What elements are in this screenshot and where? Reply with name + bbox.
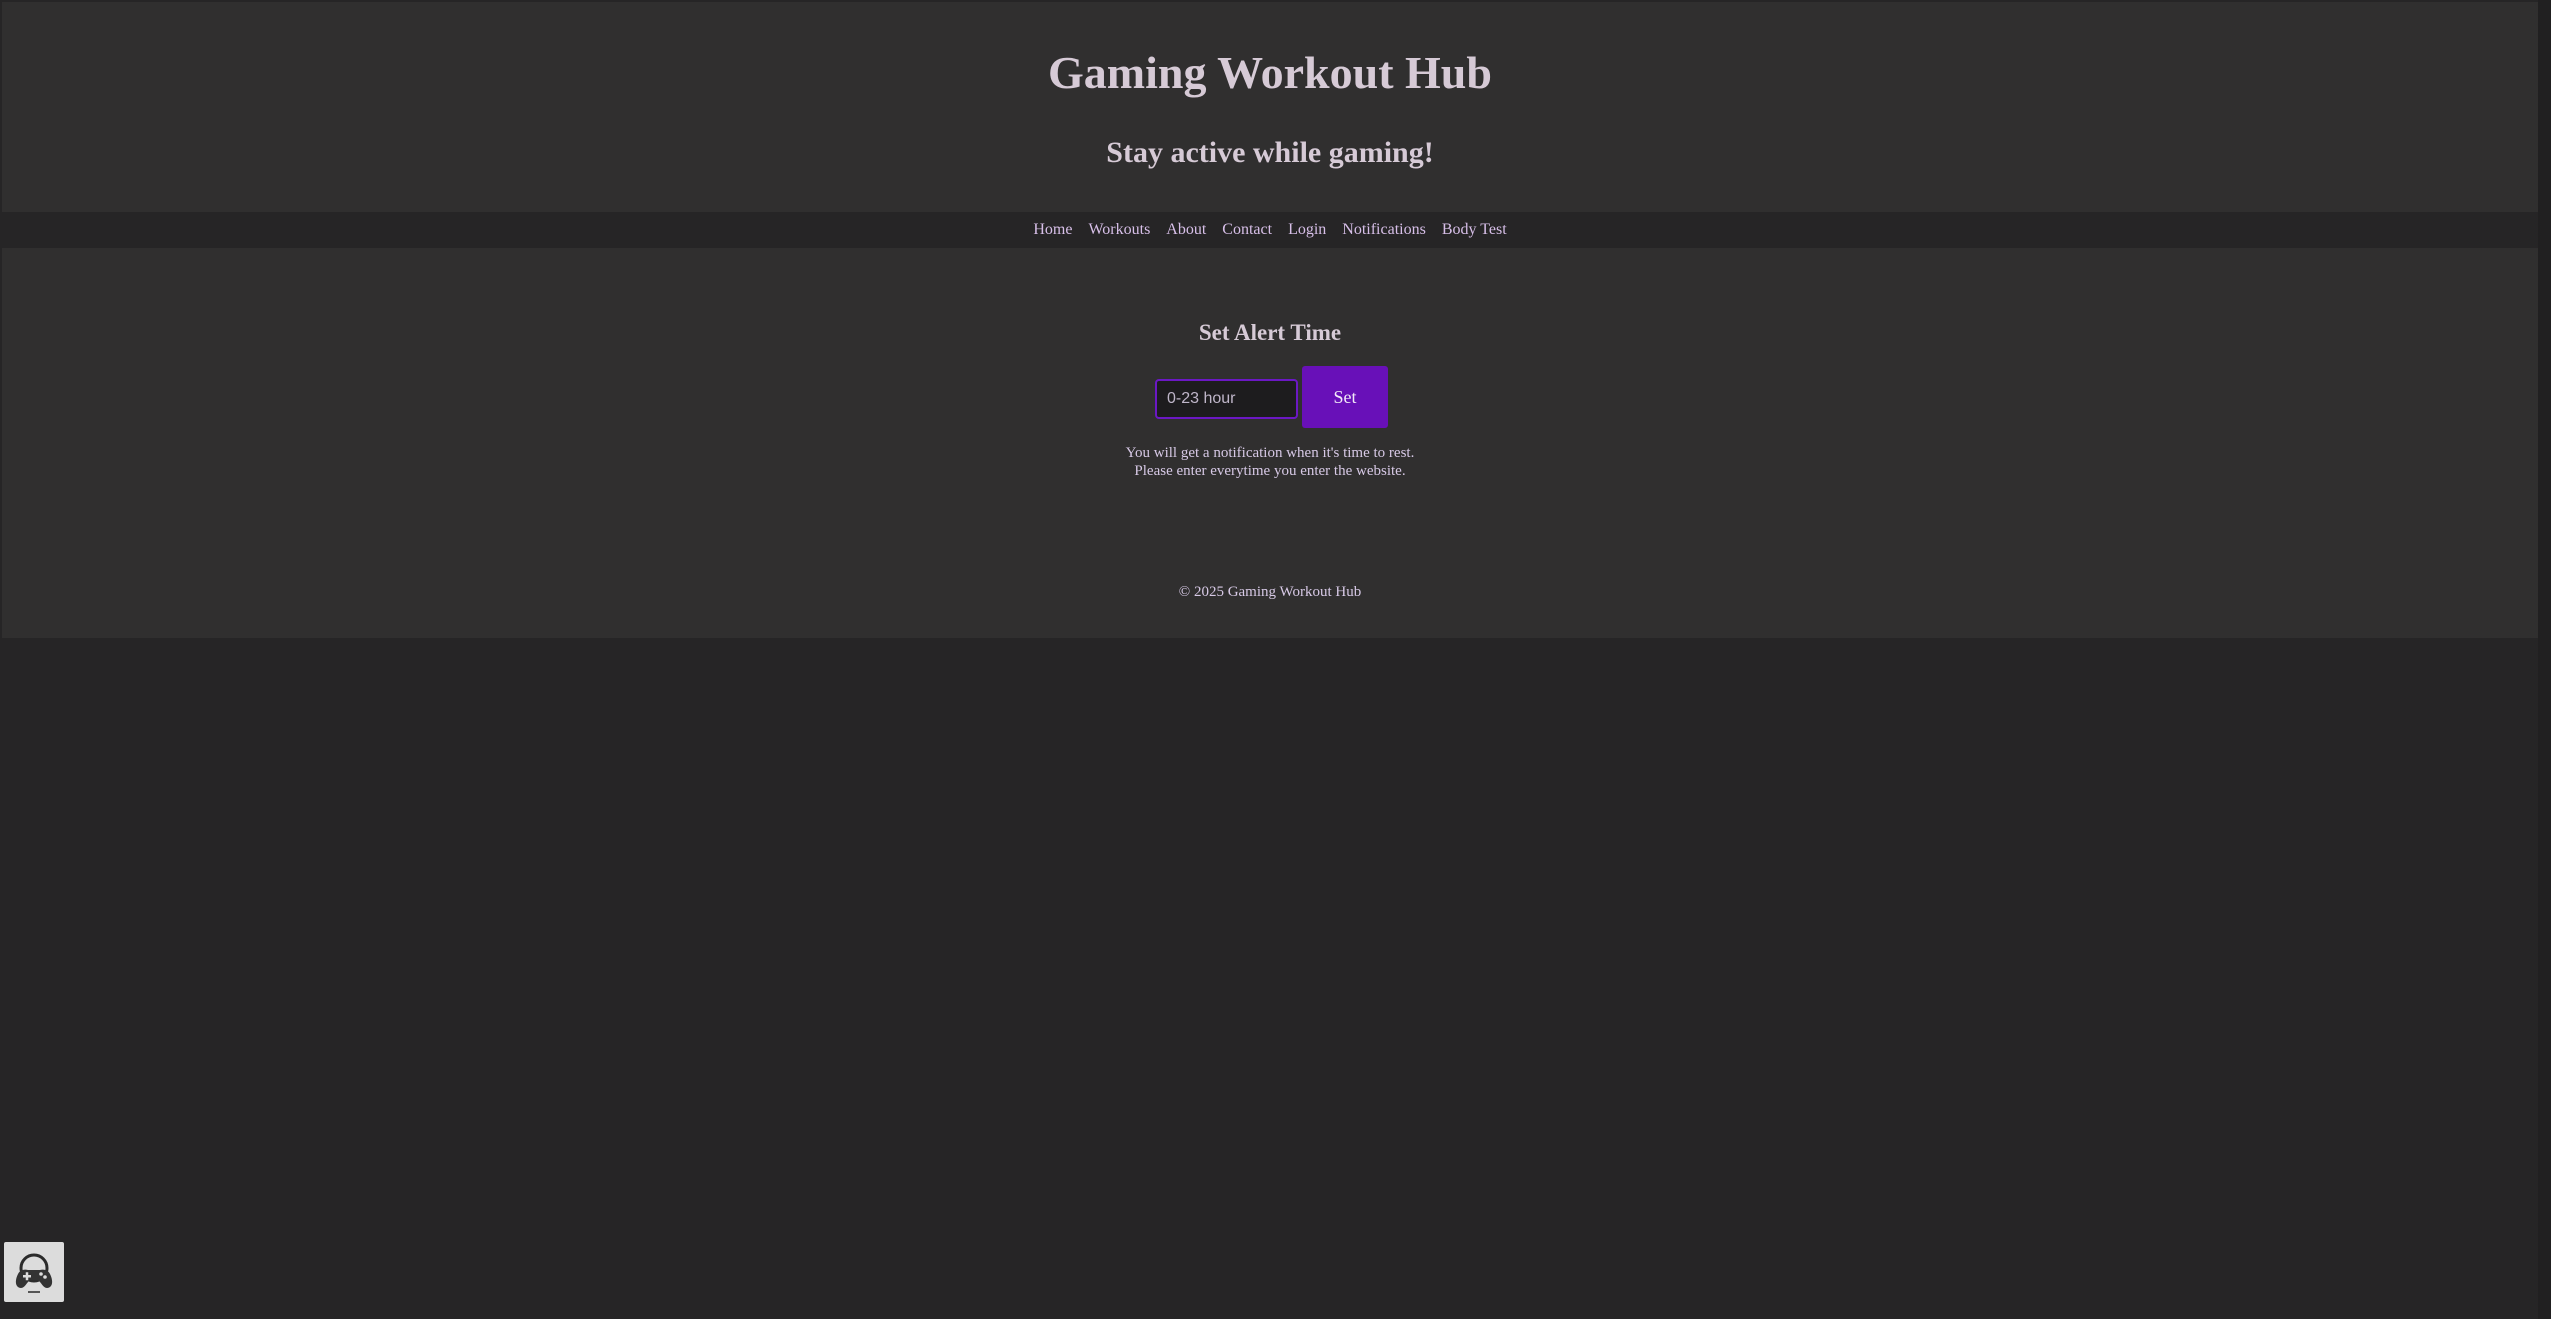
nav-body-test[interactable]: Body Test <box>1442 221 1507 239</box>
nav-contact[interactable]: Contact <box>1222 221 1272 239</box>
gamepad-widget-button[interactable] <box>4 1242 64 1302</box>
site-header: Gaming Workout Hub Stay active while gam… <box>2 2 2538 212</box>
main-nav: Home Workouts About Contact Login Notifi… <box>2 212 2538 248</box>
nav-notifications[interactable]: Notifications <box>1342 221 1426 239</box>
page-scroll-edge <box>2538 0 2551 1319</box>
site-title: Gaming Workout Hub <box>1048 47 1492 98</box>
nav-home[interactable]: Home <box>1033 221 1072 239</box>
set-alert-button[interactable]: Set <box>1302 366 1388 428</box>
site-tagline: Stay active while gaming! <box>1106 136 1434 169</box>
alert-hour-input[interactable] <box>1155 379 1298 419</box>
nav-about[interactable]: About <box>1166 221 1206 239</box>
gamepad-icon <box>15 1253 53 1293</box>
alert-note-line-2: Please enter everytime you enter the web… <box>1134 463 1406 479</box>
nav-workouts[interactable]: Workouts <box>1088 221 1150 239</box>
alert-section: Set Alert Time Set You will get a notifi… <box>2 248 2538 638</box>
alert-title: Set Alert Time <box>1198 320 1342 345</box>
nav-login[interactable]: Login <box>1288 221 1326 239</box>
alert-note-line-1: You will get a notification when it's ti… <box>1125 445 1415 461</box>
footer-copyright: © 2025 Gaming Workout Hub <box>1178 584 1362 600</box>
